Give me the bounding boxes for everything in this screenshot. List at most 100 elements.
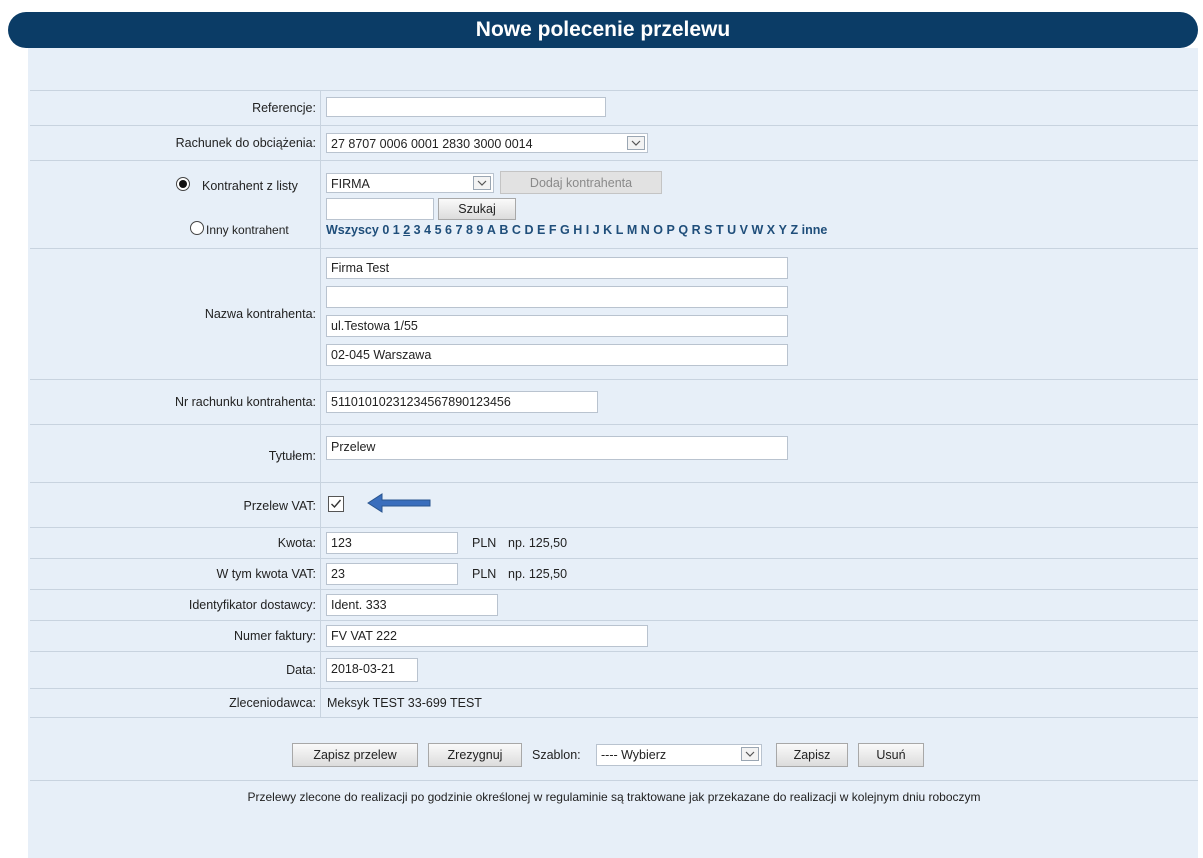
numer-faktury-input[interactable]: FV VAT 222 — [326, 625, 648, 647]
zapisz-button[interactable]: Zapisz — [776, 743, 848, 767]
row-footer: Przelewy zlecone do realizacji po godzin… — [30, 781, 1198, 813]
row-separator — [320, 161, 321, 248]
nr-rachunku-input[interactable]: 51101010231234567890123456 — [326, 391, 598, 413]
dodaj-kontrahenta-button[interactable]: Dodaj kontrahenta — [500, 171, 662, 194]
nr-rachunku-label: Nr rachunku kontrahenta: — [174, 395, 316, 409]
letter-filter-b[interactable]: B — [499, 223, 508, 237]
data-input[interactable]: 2018-03-21 — [326, 658, 418, 682]
row-separator — [320, 652, 321, 688]
kontrahent-search-input[interactable] — [326, 198, 434, 220]
pointer-arrow-icon — [367, 493, 431, 513]
row-separator — [320, 425, 321, 482]
kontrahent-select[interactable]: FIRMA — [326, 173, 494, 193]
row-separator — [320, 528, 321, 558]
letter-filter-9[interactable]: 9 — [476, 223, 483, 237]
zleceniodawca-value: Meksyk TEST 33-699 TEST — [327, 696, 482, 710]
letter-filter-a[interactable]: A — [487, 223, 496, 237]
rachunek-select[interactable]: 27 8707 0006 0001 2830 3000 0014 — [326, 133, 648, 153]
letter-filter-l[interactable]: L — [616, 223, 624, 237]
kontrahent-z-listy-label: Kontrahent z listy — [202, 179, 298, 193]
szablon-label: Szablon: — [532, 748, 581, 762]
zapisz-przelew-button[interactable]: Zapisz przelew — [292, 743, 418, 767]
nazwa-line-3[interactable]: ul.Testowa 1/55 — [326, 315, 788, 337]
letter-filter-w[interactable]: W — [751, 223, 763, 237]
letter-filter-t[interactable]: T — [716, 223, 724, 237]
row-rachunek: Rachunek do obciążenia: 27 8707 0006 000… — [30, 126, 1198, 161]
tytul-label: Tytułem: — [268, 449, 316, 463]
tytul-input[interactable]: Przelew — [326, 436, 788, 460]
letter-filter-i[interactable]: I — [586, 223, 589, 237]
letter-filter-h[interactable]: H — [573, 223, 582, 237]
row-kwota-vat: W tym kwota VAT: 23 PLN np. 125,50 — [30, 559, 1198, 590]
kwota-currency: PLN — [472, 536, 497, 550]
row-actions: Zapisz przelew Zrezygnuj Szablon: ---- W… — [30, 718, 1198, 781]
letter-filter-n[interactable]: N — [641, 223, 650, 237]
rachunek-select-value: 27 8707 0006 0001 2830 3000 0014 — [331, 137, 533, 151]
letter-filter-7[interactable]: 7 — [455, 223, 462, 237]
row-vat: Przelew VAT: — [30, 483, 1198, 528]
vat-label: Przelew VAT: — [243, 499, 316, 513]
row-numer-faktury: Numer faktury: FV VAT 222 — [30, 621, 1198, 652]
row-separator — [320, 559, 321, 589]
row-data: Data: 2018-03-21 — [30, 652, 1198, 689]
row-separator — [320, 249, 321, 379]
identyfikator-input[interactable]: Ident. 333 — [326, 594, 498, 616]
letter-filter-c[interactable]: C — [512, 223, 521, 237]
chevron-down-icon[interactable] — [627, 136, 645, 150]
usun-button[interactable]: Usuń — [858, 743, 924, 767]
nazwa-line-2[interactable] — [326, 286, 788, 308]
kwota-input[interactable]: 123 — [326, 532, 458, 554]
nazwa-line-4[interactable]: 02-045 Warszawa — [326, 344, 788, 366]
nazwa-line-1[interactable]: Firma Test — [326, 257, 788, 279]
row-separator — [320, 621, 321, 651]
letter-filter-f[interactable]: F — [549, 223, 557, 237]
letter-filter-inne[interactable]: inne — [802, 223, 828, 237]
referencje-input[interactable] — [326, 97, 606, 117]
zleceniodawca-label: Zleceniodawca: — [229, 696, 316, 710]
kontrahent-select-value: FIRMA — [331, 177, 370, 191]
letter-filter-e[interactable]: E — [537, 223, 545, 237]
zrezygnuj-button[interactable]: Zrezygnuj — [428, 743, 522, 767]
letter-filter-wszyscy[interactable]: Wszyscy — [326, 223, 379, 237]
letter-filter-o[interactable]: O — [653, 223, 663, 237]
letter-filter-k[interactable]: K — [603, 223, 612, 237]
letter-filter-s[interactable]: S — [704, 223, 712, 237]
chevron-down-icon[interactable] — [741, 747, 759, 761]
letter-filter-6[interactable]: 6 — [445, 223, 452, 237]
letter-filter-3[interactable]: 3 — [414, 223, 421, 237]
page-title: Nowe polecenie przelewu — [475, 18, 731, 41]
row-kontrahent: Kontrahent z listy FIRMA Dodaj kontrahen… — [30, 161, 1198, 249]
letter-filter-d[interactable]: D — [524, 223, 533, 237]
letter-filter-q[interactable]: Q — [678, 223, 688, 237]
inny-kontrahent-label: Inny kontrahent — [206, 223, 289, 237]
letter-filter-4[interactable]: 4 — [424, 223, 431, 237]
letter-filter-y[interactable]: Y — [779, 223, 787, 237]
letter-filter-m[interactable]: M — [627, 223, 637, 237]
letter-filter-r[interactable]: R — [692, 223, 701, 237]
letter-filter-2[interactable]: 2 — [403, 223, 410, 237]
letter-filter-p[interactable]: P — [667, 223, 675, 237]
letter-filter-u[interactable]: U — [727, 223, 736, 237]
letter-filter-1[interactable]: 1 — [393, 223, 400, 237]
rachunek-label: Rachunek do obciążenia: — [175, 136, 316, 150]
vat-checkbox[interactable] — [328, 496, 344, 512]
inny-kontrahent-radio[interactable] — [190, 221, 204, 235]
letter-filter-x[interactable]: X — [767, 223, 775, 237]
kwota-vat-currency: PLN — [472, 567, 497, 581]
letter-filter-v[interactable]: V — [740, 223, 748, 237]
row-nr-rachunku: Nr rachunku kontrahenta: 511010102312345… — [30, 380, 1198, 425]
page-title-bar: Nowe polecenie przelewu — [8, 12, 1198, 48]
kontrahent-z-listy-radio[interactable] — [176, 177, 190, 191]
letter-filter-z[interactable]: Z — [790, 223, 798, 237]
letter-filter-g[interactable]: G — [560, 223, 570, 237]
letter-filter-5[interactable]: 5 — [435, 223, 442, 237]
letter-filter-8[interactable]: 8 — [466, 223, 473, 237]
szukaj-button[interactable]: Szukaj — [438, 198, 516, 220]
row-kwota: Kwota: 123 PLN np. 125,50 — [30, 528, 1198, 559]
szablon-select[interactable]: ---- Wybierz — [596, 744, 762, 766]
chevron-down-icon[interactable] — [473, 176, 491, 190]
kwota-vat-input[interactable]: 23 — [326, 563, 458, 585]
letter-filter-j[interactable]: J — [593, 223, 600, 237]
letter-filter-0[interactable]: 0 — [382, 223, 389, 237]
row-nazwa: Nazwa kontrahenta: Firma Test ul.Testowa… — [30, 249, 1198, 380]
